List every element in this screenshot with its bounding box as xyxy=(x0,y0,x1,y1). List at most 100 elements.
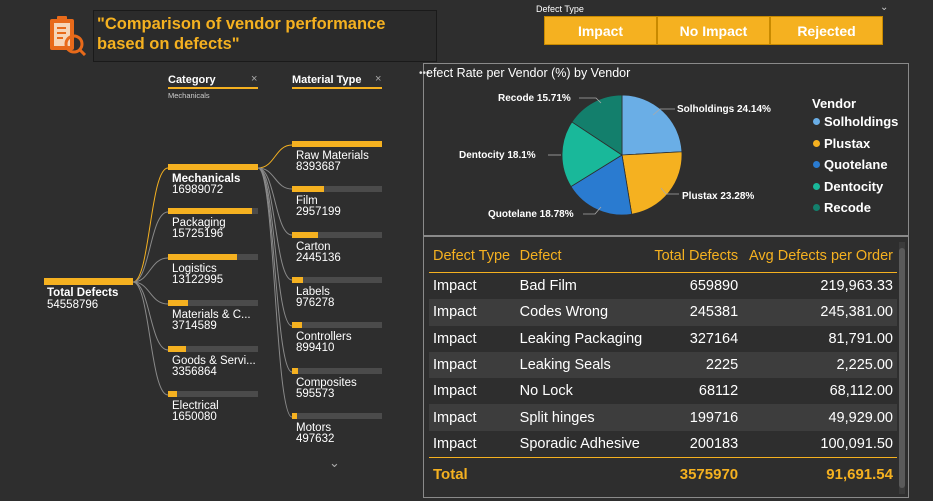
material-node-bar[interactable] xyxy=(292,277,382,283)
material-node-bar[interactable] xyxy=(292,368,382,374)
material-node-fill xyxy=(292,413,298,419)
chevron-down-icon[interactable]: ⌄ xyxy=(329,455,340,471)
category-node-value: 15725196 xyxy=(172,228,224,240)
category-node-fill xyxy=(168,346,186,352)
legend-item[interactable]: Quotelane xyxy=(813,157,888,172)
cell-defect-type: Impact xyxy=(429,299,516,326)
cell-total-defects: 68112 xyxy=(698,383,739,400)
tree-root-bar[interactable] xyxy=(44,278,133,285)
material-node-fill xyxy=(292,186,324,192)
defect-type-slicer-label: Defect Type xyxy=(536,4,584,14)
cell-total-defects: 327164 xyxy=(689,330,739,347)
cell-total-defects: 2225 xyxy=(648,351,743,379)
category-node-bar[interactable] xyxy=(168,391,258,397)
col-header-avg-defects[interactable]: Avg Defects per Order xyxy=(742,240,897,273)
cell-defect-type: Impact xyxy=(433,278,477,295)
cell-defect-type: Impact xyxy=(433,330,477,347)
cell-defect: Bad Film xyxy=(519,278,577,295)
table-row[interactable]: Impact Sporadic Adhesive 200183 100,091.… xyxy=(429,431,897,458)
total-label: Total xyxy=(429,457,516,491)
legend-label: Plustax xyxy=(824,135,871,151)
table-row[interactable]: Impact Split hinges 199716 49,929.00 xyxy=(429,404,897,431)
legend-item[interactable]: Dentocity xyxy=(813,179,883,194)
category-node-fill xyxy=(168,254,238,260)
material-node-value: 595573 xyxy=(296,388,335,400)
material-node-fill xyxy=(292,322,302,328)
legend-label: Solholdings xyxy=(824,114,899,129)
category-node-value: 16989072 xyxy=(172,184,224,196)
legend-dot xyxy=(813,118,820,125)
table-row[interactable]: Impact Leaking Seals 2225 2,225.00 xyxy=(429,351,897,379)
chevron-down-icon[interactable]: ⌄ xyxy=(880,2,888,13)
material-node-value: 497632 xyxy=(296,433,335,445)
category-node-value: 3356864 xyxy=(172,366,217,378)
cell-avg-defects: 245,381.00 xyxy=(742,299,897,326)
table-scrollbar-thumb[interactable] xyxy=(899,248,905,488)
category-node-bar[interactable] xyxy=(168,300,258,306)
cell-defect-type: Impact xyxy=(433,435,477,452)
col-header-defect-type[interactable]: Defect Type xyxy=(429,240,516,273)
cell-avg-defects: 2,225.00 xyxy=(742,351,897,379)
material-node-bar[interactable] xyxy=(292,232,382,238)
table-row[interactable]: Impact Bad Film 659890 219,963.33 xyxy=(429,273,897,300)
cell-defect-type: Impact xyxy=(429,351,516,379)
category-node-bar[interactable] xyxy=(168,208,258,214)
cell-defect: Leaking Seals xyxy=(515,351,649,379)
tree-root-name: Total Defects xyxy=(47,287,119,299)
material-node-bar[interactable] xyxy=(292,141,382,147)
legend-label: Recode xyxy=(824,200,871,215)
tree-root-value: 54558796 xyxy=(47,299,99,311)
cell-defect-type: Impact xyxy=(433,383,477,400)
material-node-value: 899410 xyxy=(296,342,335,354)
cell-defect: Leaking Packaging xyxy=(519,330,643,347)
defects-table: Defect Type Defect Total Defects Avg Def… xyxy=(429,240,897,491)
pie-label-solholdings: Solholdings 24.14% xyxy=(677,104,771,115)
legend-item[interactable]: Recode xyxy=(813,200,871,215)
pie-label-recode: Recode 15.71% xyxy=(498,93,571,104)
cell-defect: Sporadic Adhesive xyxy=(519,435,640,452)
defect-type-impact-button[interactable]: Impact xyxy=(544,16,657,45)
category-node-bar[interactable] xyxy=(168,254,258,260)
material-node-fill xyxy=(292,277,303,283)
table-row[interactable]: Impact Codes Wrong 245381 245,381.00 xyxy=(429,299,897,326)
legend-item[interactable]: Plustax xyxy=(813,136,870,151)
category-node-fill xyxy=(168,300,188,306)
legend-title: Vendor xyxy=(812,96,857,111)
material-node-bar[interactable] xyxy=(292,413,382,419)
category-node-fill xyxy=(168,391,177,397)
pie-label-plustax: Plustax 23.28% xyxy=(682,191,755,202)
cell-defect-type: Impact xyxy=(429,404,516,431)
cell-total-defects: 199716 xyxy=(648,404,743,431)
legend-dot xyxy=(813,182,820,190)
cell-avg-defects: 68,112.00 xyxy=(829,383,893,400)
defect-type-rejected-button[interactable]: Rejected xyxy=(770,16,883,45)
pie-leader-lines xyxy=(548,97,679,215)
cell-total-defects: 200183 xyxy=(689,435,739,452)
table-row[interactable]: Impact Leaking Packaging 327164 81,791.0… xyxy=(429,326,897,352)
col-header-defect[interactable]: Defect xyxy=(515,240,649,273)
legend-dot xyxy=(813,139,820,147)
legend-label: Dentocity xyxy=(824,178,884,194)
legend-label: Quotelane xyxy=(824,157,888,172)
col-header-total-defects[interactable]: Total Defects xyxy=(648,240,743,273)
category-node-bar[interactable] xyxy=(168,164,258,170)
total-defects-value: 3575970 xyxy=(648,457,743,491)
cell-avg-defects: 49,929.00 xyxy=(742,404,897,431)
material-node-value: 2445136 xyxy=(296,252,341,264)
defect-type-no-impact-button[interactable]: No Impact xyxy=(657,16,770,45)
pie-label-quotelane: Quotelane 18.78% xyxy=(488,209,574,220)
cell-avg-defects: 100,091.50 xyxy=(820,435,893,452)
material-node-bar[interactable] xyxy=(292,186,382,192)
cell-total-defects: 659890 xyxy=(689,278,739,295)
category-node-bar[interactable] xyxy=(168,346,258,352)
cell-avg-defects: 219,963.33 xyxy=(820,278,893,295)
legend-dot xyxy=(813,204,820,211)
material-node-fill xyxy=(292,141,382,147)
material-node-bar[interactable] xyxy=(292,322,382,328)
legend-item[interactable]: Solholdings xyxy=(813,114,898,129)
material-node-value: 2957199 xyxy=(296,206,341,218)
cell-defect: Split hinges xyxy=(515,404,649,431)
category-node-fill xyxy=(168,164,258,170)
cell-defect: No Lock xyxy=(519,383,573,400)
table-row[interactable]: Impact No Lock 68112 68,112.00 xyxy=(429,378,897,404)
